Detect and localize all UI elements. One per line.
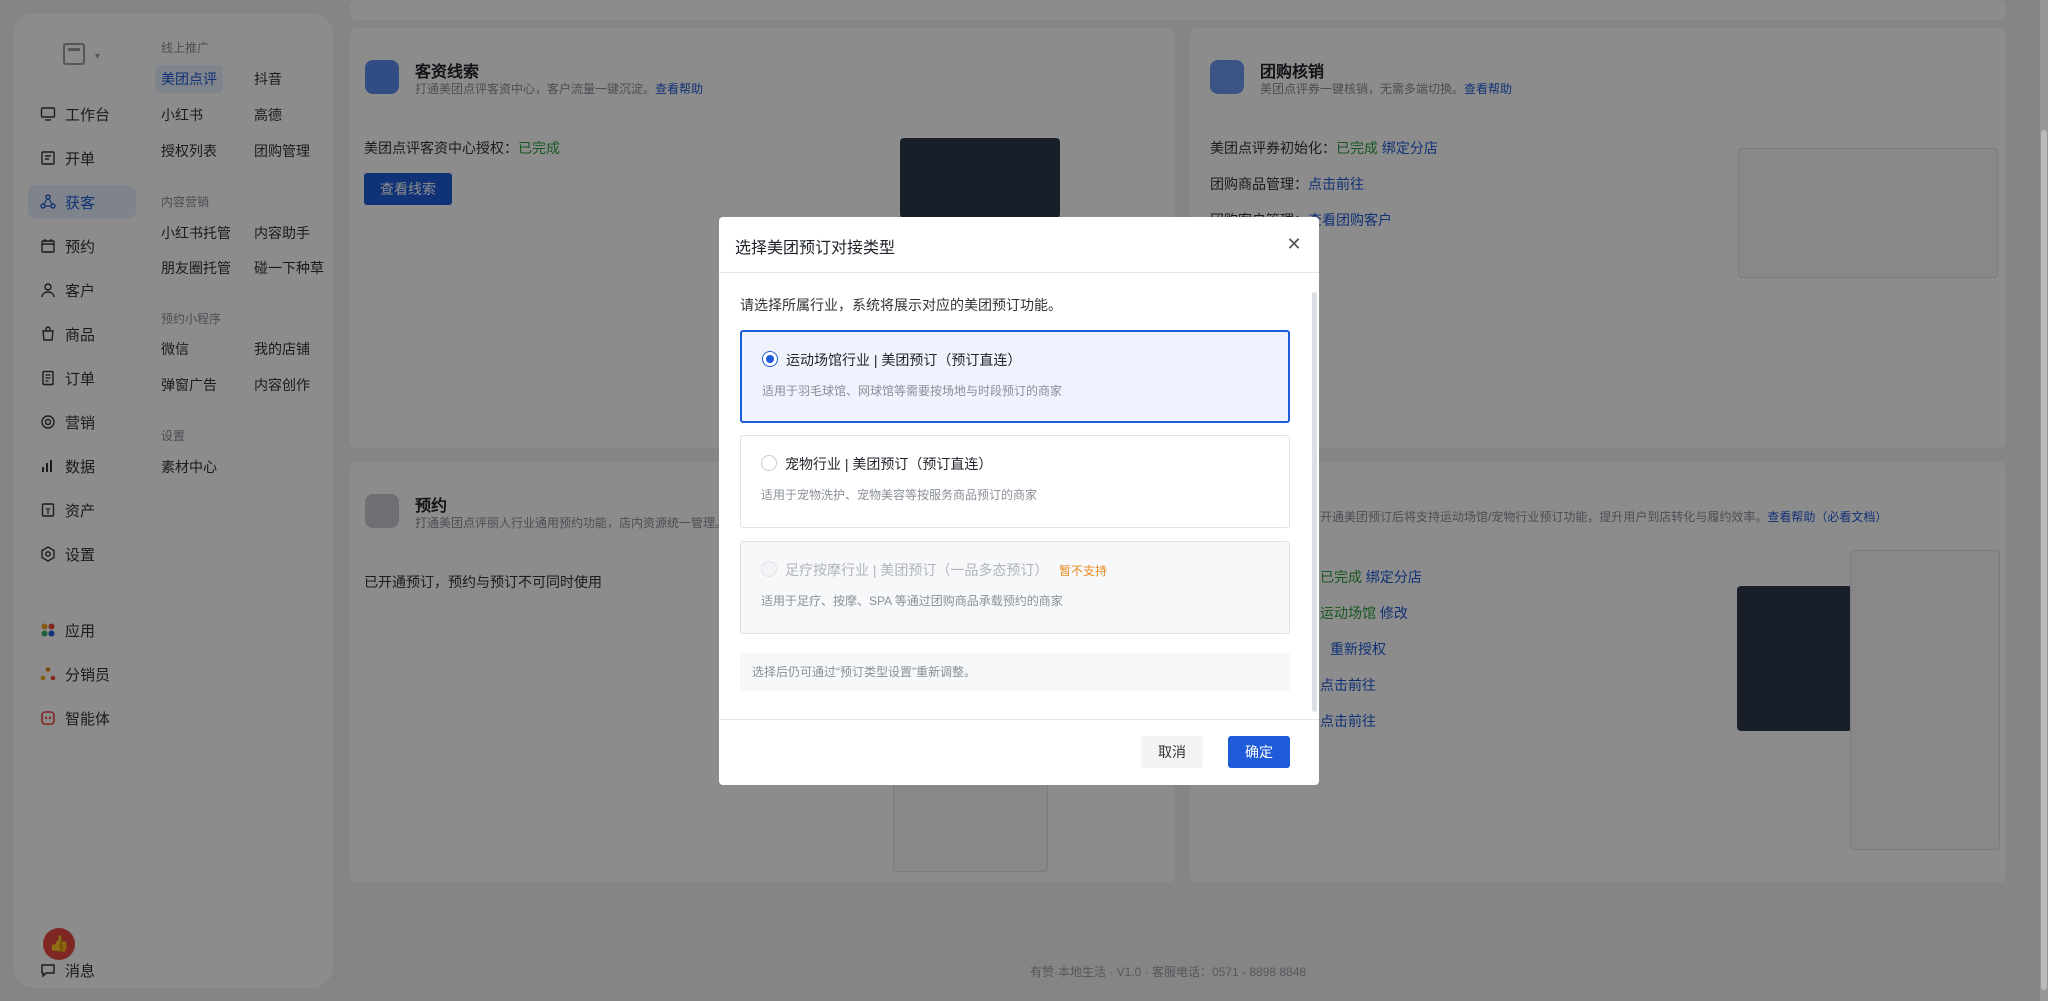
option-title: 宠物行业 | 美团预订（预订直连）	[785, 456, 993, 472]
dialog-title: 选择美团预订对接类型	[735, 240, 896, 257]
option-desc: 适用于羽毛球馆、网球馆等需要按场地与时段预订的商家	[762, 384, 1063, 398]
dialog-intro: 请选择所属行业，系统将展示对应的美团预订功能。	[740, 297, 1062, 313]
unsupported-tag: 暂不支持	[1059, 564, 1108, 578]
dialog-scrollbar[interactable]	[1312, 292, 1317, 712]
cancel-button[interactable]: 取消	[1141, 736, 1203, 768]
option-title: 足疗按摩行业 | 美团预订（一品多态预订）	[785, 562, 1049, 578]
option-desc: 适用于宠物洗护、宠物美容等按服务商品预订的商家	[761, 488, 1038, 502]
divider	[719, 272, 1319, 273]
option-sports-venue[interactable]: 运动场馆行业 | 美团预订（预订直连） 适用于羽毛球馆、网球馆等需要按场地与时段…	[740, 330, 1290, 423]
divider	[719, 719, 1319, 720]
page-scrollbar-thumb[interactable]	[2041, 130, 2047, 990]
radio-unchecked-icon[interactable]	[761, 455, 777, 471]
hint-box: 选择后仍可通过“预订类型设置”重新调整。	[740, 653, 1290, 691]
close-icon[interactable]: ✕	[1285, 235, 1303, 253]
booking-type-dialog: 选择美团预订对接类型 ✕ 请选择所属行业，系统将展示对应的美团预订功能。 运动场…	[719, 217, 1319, 785]
radio-checked-icon[interactable]	[762, 351, 778, 367]
option-foot-massage: 足疗按摩行业 | 美团预订（一品多态预订） 暂不支持 适用于足疗、按摩、SPA …	[740, 541, 1290, 634]
confirm-button[interactable]: 确定	[1228, 736, 1290, 768]
radio-disabled-icon	[761, 561, 777, 577]
option-desc: 适用于足疗、按摩、SPA 等通过团购商品承载预约的商家	[761, 594, 1063, 608]
option-title: 运动场馆行业 | 美团预订（预订直连）	[786, 352, 1022, 368]
option-pet[interactable]: 宠物行业 | 美团预订（预订直连） 适用于宠物洗护、宠物美容等按服务商品预订的商…	[740, 435, 1290, 528]
